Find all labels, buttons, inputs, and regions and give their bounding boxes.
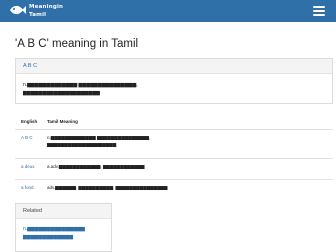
tamil-meaning: adv.▆▆▆▆▆▆, ▆▆▆▆▆▆▆▆▆▆, ▆▆▆▆▆▆▆▆▆▆▆▆▆▆▆ [42,179,333,201]
column-header-tamil: Tamil Meaning [47,119,78,124]
tamil-meaning: a.adv.▆▆▆▆▆▆▆▆▆▆▆▆, ▆▆▆▆▆▆▆▆▆▆▆▆ [42,158,333,180]
related-card: Related n.▆▆▆▆▆▆▆▆▆▆▆▆▆▆▆ ▆▆▆▆▆▆▆▆▆▆▆▆▆ [15,203,112,252]
logo-text-line1: Meaningin [29,4,64,10]
related-link[interactable]: n.▆▆▆▆▆▆▆▆▆▆▆▆▆▆▆ [23,226,85,232]
word-meaning-line2: ▆▆▆▆▆▆▆▆▆▆▆▆▆▆▆▆▆▆▆▆ [23,90,100,96]
table-header-row: English Tamil Meaning [15,115,333,130]
tamil-meaning: n.▆▆▆▆▆▆▆▆▆▆▆▆▆ ▆▆▆▆▆▆▆▆▆▆▆▆▆▆▆, ▆▆▆▆▆▆▆… [42,129,333,159]
related-heading: Related [23,208,42,214]
page-title: 'A B C' meaning in Tamil [15,38,139,50]
tamil-meaning-line1: a.adv.▆▆▆▆▆▆▆▆▆▆▆▆, ▆▆▆▆▆▆▆▆▆▆▆▆ [47,164,145,169]
related-links: n.▆▆▆▆▆▆▆▆▆▆▆▆▆▆▆ ▆▆▆▆▆▆▆▆▆▆▆▆▆ [23,225,109,241]
meanings-table: English Tamil Meaning A B C n.▆▆▆▆▆▆▆▆▆▆… [15,115,333,201]
related-card-header: Related [16,204,111,219]
english-word-link[interactable]: A B C [21,135,33,140]
word-card: A B C n.▆▆▆▆▆▆▆▆▆▆▆▆▆ ▆▆▆▆▆▆▆▆▆▆▆▆▆▆▆, ▆… [15,58,333,104]
english-word-link[interactable]: a fond [21,185,34,190]
fish-icon [10,5,26,15]
hamburger-menu-icon[interactable] [312,4,326,17]
table-row: a deux a.adv.▆▆▆▆▆▆▆▆▆▆▆▆, ▆▆▆▆▆▆▆▆▆▆▆▆ [15,158,333,180]
word-meaning-line1: n.▆▆▆▆▆▆▆▆▆▆▆▆▆ ▆▆▆▆▆▆▆▆▆▆▆▆▆▆▆, [23,82,138,88]
site-logo[interactable]: Meaningin Tamil [9,2,99,20]
table-row: a fond adv.▆▆▆▆▆▆, ▆▆▆▆▆▆▆▆▆▆, ▆▆▆▆▆▆▆▆▆… [15,179,333,201]
tamil-meaning-line2: ▆▆▆▆▆▆▆▆▆▆▆▆▆▆▆▆▆▆▆▆ [47,142,117,147]
tamil-meaning-line1: adv.▆▆▆▆▆▆, ▆▆▆▆▆▆▆▆▆▆, ▆▆▆▆▆▆▆▆▆▆▆▆▆▆▆ [47,185,168,190]
top-navbar: Meaningin Tamil [0,0,336,22]
word-link[interactable]: A B C [23,63,37,69]
column-header-english: English [21,119,38,124]
english-word-link[interactable]: a deux [21,164,35,169]
word-meaning: n.▆▆▆▆▆▆▆▆▆▆▆▆▆ ▆▆▆▆▆▆▆▆▆▆▆▆▆▆▆, ▆▆▆▆▆▆▆… [23,81,213,97]
logo-text-line2: Tamil [29,12,47,18]
word-card-header: A B C [16,59,332,74]
table-row: A B C n.▆▆▆▆▆▆▆▆▆▆▆▆▆ ▆▆▆▆▆▆▆▆▆▆▆▆▆▆▆, ▆… [15,129,333,159]
related-link[interactable]: ▆▆▆▆▆▆▆▆▆▆▆▆▆ [23,234,73,240]
tamil-meaning-line1: n.▆▆▆▆▆▆▆▆▆▆▆▆▆ ▆▆▆▆▆▆▆▆▆▆▆▆▆▆▆, [47,135,151,140]
